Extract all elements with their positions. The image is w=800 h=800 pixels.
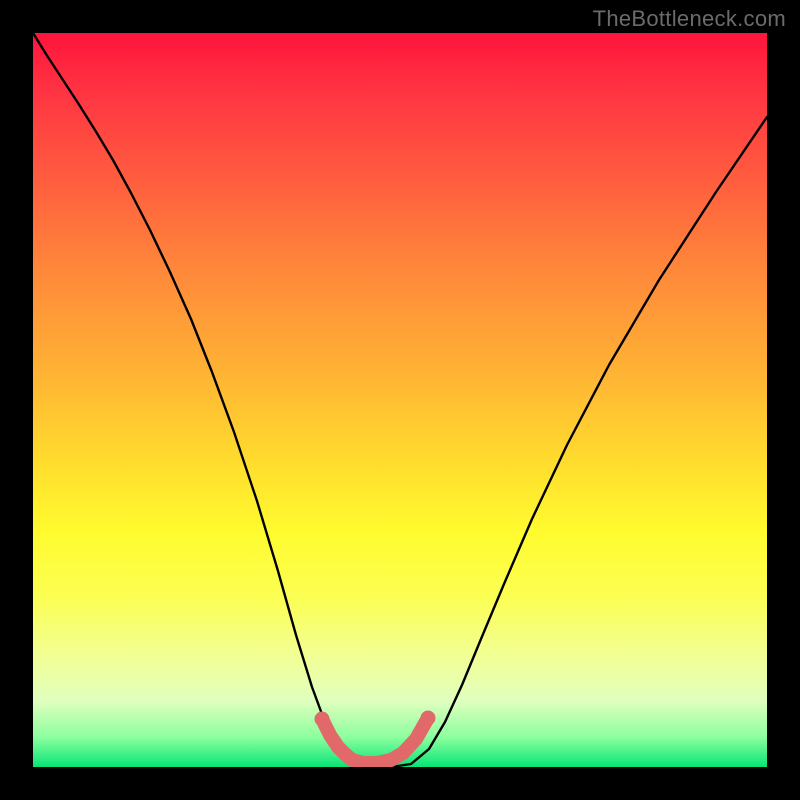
highlight-endpoint-left [315,712,330,727]
watermark-text: TheBottleneck.com [593,6,786,32]
highlight-endpoint-right [421,711,436,726]
bottleneck-curve [33,33,767,767]
plot-area [33,33,767,767]
curve-layer [33,33,767,767]
chart-frame: TheBottleneck.com [0,0,800,800]
trough-highlight [322,718,428,763]
